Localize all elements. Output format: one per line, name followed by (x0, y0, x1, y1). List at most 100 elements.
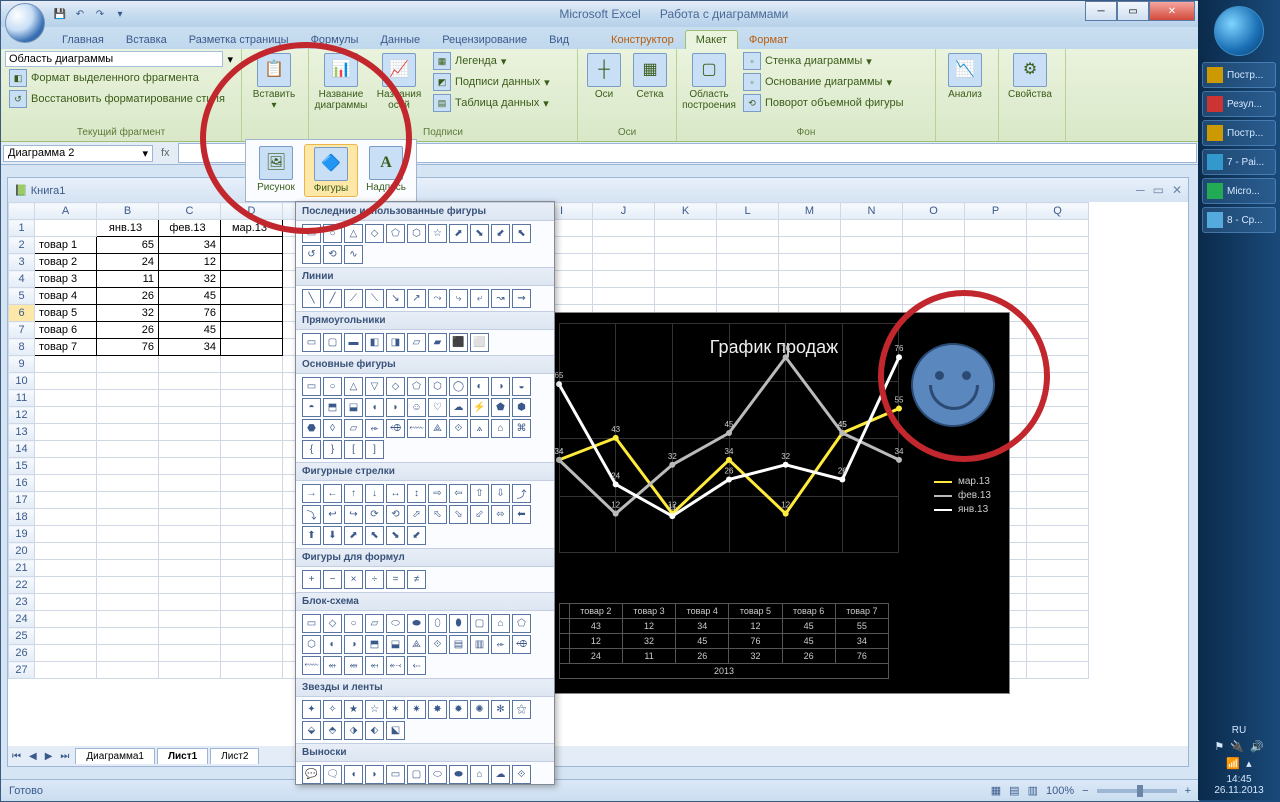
shape-item[interactable]: ↪ (344, 505, 363, 524)
shape-item[interactable]: ▥ (470, 635, 489, 654)
axes-button[interactable]: ┼Оси (582, 51, 626, 102)
shape-item[interactable]: ⬵ (344, 656, 363, 675)
shape-item[interactable]: ⬬ (407, 614, 426, 633)
tray-network-icon[interactable]: 🔌 (1230, 740, 1244, 753)
shape-item[interactable]: ⬳ (407, 419, 426, 438)
sheet-nav-next[interactable]: ▶ (41, 751, 57, 762)
properties-button[interactable]: ⚙Свойства (1003, 51, 1057, 102)
shape-item[interactable]: ⬋ (491, 224, 510, 243)
shape-item[interactable]: ◗ (386, 398, 405, 417)
shape-item[interactable]: ⤴ (512, 484, 531, 503)
tab-data[interactable]: Данные (369, 30, 431, 49)
shape-item[interactable]: ○ (344, 614, 363, 633)
tab-design[interactable]: Конструктор (600, 30, 685, 49)
shape-item[interactable]: ⬊ (470, 224, 489, 243)
shape-item[interactable]: ⟐ (512, 765, 531, 784)
gridlines-button[interactable]: ▦Сетка (628, 51, 672, 102)
chart-title-button[interactable]: 📊Название диаграммы (313, 51, 369, 113)
shape-item[interactable]: ◐ (323, 635, 342, 654)
fx-icon[interactable]: fx (155, 147, 176, 159)
zoom-in-button[interactable]: + (1185, 785, 1191, 797)
shape-item[interactable]: ⤳ (428, 289, 447, 308)
shape-item[interactable]: ☁ (449, 398, 468, 417)
shape-item[interactable]: ◊ (323, 419, 342, 438)
undo-icon[interactable]: ↶ (71, 5, 89, 23)
shape-item[interactable]: ♡ (428, 398, 447, 417)
taskbar-item[interactable]: 7 - Pai... (1202, 149, 1276, 175)
shape-item[interactable]: ⬳ (302, 656, 321, 675)
shape-item[interactable]: ▱ (407, 333, 426, 352)
shape-item[interactable]: ↓ (365, 484, 384, 503)
view-layout-icon[interactable]: ▤ (1009, 784, 1019, 797)
reset-style-button[interactable]: ↺Восстановить форматирование стиля (5, 89, 229, 109)
legend-button[interactable]: ▦Легенда ▾ (429, 51, 554, 71)
tray-flag-icon[interactable]: ⚑ (1214, 740, 1224, 753)
shape-item[interactable]: ⟐ (449, 419, 468, 438)
data-labels-button[interactable]: ◩Подписи данных ▾ (429, 72, 554, 92)
shape-item[interactable]: ◖ (344, 765, 363, 784)
shape-item[interactable]: ↝ (491, 289, 510, 308)
shape-item[interactable]: ⬁ (428, 505, 447, 524)
zoom-slider[interactable] (1097, 789, 1177, 793)
shape-item[interactable]: ◑ (344, 635, 363, 654)
zoom-level[interactable]: 100% (1046, 785, 1074, 797)
save-icon[interactable]: 💾 (51, 5, 69, 23)
shape-item[interactable]: ☁ (491, 765, 510, 784)
shape-item[interactable]: ⌘ (512, 419, 531, 438)
shape-item[interactable]: { (302, 440, 321, 459)
shape-item[interactable]: ⬭ (428, 765, 447, 784)
shape-item[interactable]: ⬸ (407, 656, 426, 675)
shape-item[interactable]: ▭ (302, 224, 321, 243)
tray-volume-icon[interactable]: 🔊 (1250, 740, 1264, 753)
shape-item[interactable]: ▤ (449, 635, 468, 654)
minimize-button[interactable]: ─ (1085, 1, 1117, 21)
shape-item[interactable]: ≠ (407, 570, 426, 589)
shape-item[interactable]: ⬆ (302, 526, 321, 545)
shape-item[interactable]: ⟋ (344, 289, 363, 308)
shape-item[interactable]: ⬡ (428, 377, 447, 396)
wb-minimize[interactable]: ─ (1136, 183, 1145, 197)
shape-item[interactable]: ☆ (428, 224, 447, 243)
shape-item[interactable]: ◓ (302, 398, 321, 417)
shape-item[interactable]: × (344, 570, 363, 589)
tab-format[interactable]: Формат (738, 30, 799, 49)
shape-item[interactable]: ⟳ (365, 505, 384, 524)
sheet-nav-first[interactable]: ⏮ (8, 751, 25, 762)
maximize-button[interactable]: ▭ (1117, 1, 1149, 21)
shape-item[interactable]: ⬠ (386, 224, 405, 243)
tray-signal-icon[interactable]: 📶 (1226, 757, 1240, 770)
shape-item[interactable]: ⬄ (491, 505, 510, 524)
shape-item[interactable]: ⚡ (470, 398, 489, 417)
shape-item[interactable]: ▭ (302, 333, 321, 352)
sheet-nav-prev[interactable]: ◀ (25, 751, 41, 762)
shape-item[interactable]: ⇧ (470, 484, 489, 503)
shape-item[interactable]: ⟁ (428, 419, 447, 438)
tab-formulas[interactable]: Формулы (300, 30, 370, 49)
shape-item[interactable]: ☆ (365, 700, 384, 719)
shape-item[interactable]: ⬭ (386, 614, 405, 633)
close-button[interactable]: ✕ (1149, 1, 1195, 21)
shape-item[interactable]: 💬 (302, 765, 321, 784)
shape-item[interactable]: ⬲ (386, 419, 405, 438)
clock-date[interactable]: 26.11.2013 (1198, 785, 1280, 796)
shape-item[interactable]: ⬯ (428, 614, 447, 633)
shape-item[interactable]: ⟍ (365, 289, 384, 308)
shape-item[interactable]: ⬰ (491, 635, 510, 654)
shape-item[interactable]: ▽ (365, 377, 384, 396)
name-box[interactable]: Диаграмма 2▾ (3, 145, 153, 162)
shape-item[interactable]: ✸ (428, 700, 447, 719)
tab-home[interactable]: Главная (51, 30, 115, 49)
shape-item[interactable]: ✺ (470, 700, 489, 719)
shape-item[interactable]: ★ (344, 700, 363, 719)
spreadsheet-grid[interactable]: ABCDEFGHIJKLMNOPQ1янв.13фев.13мар.132тов… (8, 202, 1188, 742)
shape-item[interactable]: ⬉ (512, 224, 531, 243)
shape-item[interactable]: ⬘ (323, 721, 342, 740)
zoom-out-button[interactable]: − (1082, 785, 1088, 797)
taskbar-item[interactable]: Резул... (1202, 91, 1276, 117)
shape-item[interactable]: ◯ (449, 377, 468, 396)
shape-item[interactable]: ⬋ (407, 526, 426, 545)
shape-item[interactable]: ⬃ (470, 505, 489, 524)
shape-item[interactable]: ◑ (491, 377, 510, 396)
shape-item[interactable]: ⟁ (407, 635, 426, 654)
shape-item[interactable]: ✧ (323, 700, 342, 719)
